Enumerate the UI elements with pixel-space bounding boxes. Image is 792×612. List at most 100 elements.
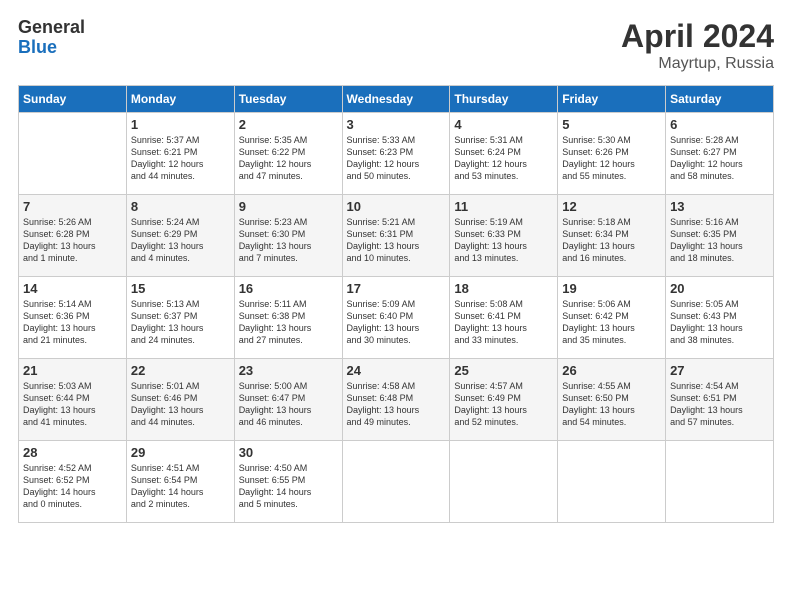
table-row: 11 Sunrise: 5:19 AMSunset: 6:33 PMDayligh… xyxy=(450,195,558,277)
calendar-week-row: 1 Sunrise: 5:37 AMSunset: 6:21 PMDaylight… xyxy=(19,113,774,195)
day-info: Sunrise: 5:06 AMSunset: 6:42 PMDaylight:… xyxy=(562,298,661,347)
page: General Blue April 2024 Mayrtup, Russia … xyxy=(0,0,792,612)
day-number: 23 xyxy=(239,363,338,378)
day-info: Sunrise: 5:30 AMSunset: 6:26 PMDaylight:… xyxy=(562,134,661,183)
day-number: 19 xyxy=(562,281,661,296)
day-info: Sunrise: 5:21 AMSunset: 6:31 PMDaylight:… xyxy=(347,216,446,265)
table-row xyxy=(558,441,666,523)
day-number: 6 xyxy=(670,117,769,132)
day-info: Sunrise: 5:33 AMSunset: 6:23 PMDaylight:… xyxy=(347,134,446,183)
calendar-week-row: 28 Sunrise: 4:52 AMSunset: 6:52 PMDayligh… xyxy=(19,441,774,523)
day-info: Sunrise: 5:26 AMSunset: 6:28 PMDaylight:… xyxy=(23,216,122,265)
day-info: Sunrise: 5:23 AMSunset: 6:30 PMDaylight:… xyxy=(239,216,338,265)
logo-general: General xyxy=(18,18,85,38)
day-info: Sunrise: 5:05 AMSunset: 6:43 PMDaylight:… xyxy=(670,298,769,347)
table-row: 8Sunrise: 5:24 AMSunset: 6:29 PMDaylight… xyxy=(126,195,234,277)
logo-text: General Blue xyxy=(18,18,85,58)
day-number: 30 xyxy=(239,445,338,460)
table-row: 3 Sunrise: 5:33 AMSunset: 6:23 PMDaylight… xyxy=(342,113,450,195)
day-info: Sunrise: 5:19 AMSunset: 6:33 PMDaylight:… xyxy=(454,216,553,265)
day-number: 20 xyxy=(670,281,769,296)
table-row: 21 Sunrise: 5:03 AMSunset: 6:44 PMDayligh… xyxy=(19,359,127,441)
day-number: 2 xyxy=(239,117,338,132)
col-sunday: Sunday xyxy=(19,86,127,113)
table-row: 12Sunrise: 5:18 AMSunset: 6:34 PMDayligh… xyxy=(558,195,666,277)
table-row: 24 Sunrise: 4:58 AMSunset: 6:48 PMDayligh… xyxy=(342,359,450,441)
table-row: 6 Sunrise: 5:28 AMSunset: 6:27 PMDaylight… xyxy=(666,113,774,195)
day-info: Sunrise: 4:58 AMSunset: 6:48 PMDaylight:… xyxy=(347,380,446,429)
day-number: 15 xyxy=(131,281,230,296)
day-number: 12 xyxy=(562,199,661,214)
day-info: Sunrise: 4:54 AMSunset: 6:51 PMDaylight:… xyxy=(670,380,769,429)
day-info: Sunrise: 5:37 AMSunset: 6:21 PMDaylight:… xyxy=(131,134,230,183)
table-row: 10Sunrise: 5:21 AMSunset: 6:31 PMDayligh… xyxy=(342,195,450,277)
day-number: 9 xyxy=(239,199,338,214)
day-number: 1 xyxy=(131,117,230,132)
table-row: 28 Sunrise: 4:52 AMSunset: 6:52 PMDayligh… xyxy=(19,441,127,523)
day-info: Sunrise: 5:09 AMSunset: 6:40 PMDaylight:… xyxy=(347,298,446,347)
day-info: Sunrise: 5:28 AMSunset: 6:27 PMDaylight:… xyxy=(670,134,769,183)
day-info: Sunrise: 4:57 AMSunset: 6:49 PMDaylight:… xyxy=(454,380,553,429)
table-row: 19 Sunrise: 5:06 AMSunset: 6:42 PMDayligh… xyxy=(558,277,666,359)
table-row: 25 Sunrise: 4:57 AMSunset: 6:49 PMDayligh… xyxy=(450,359,558,441)
day-info: Sunrise: 5:13 AMSunset: 6:37 PMDaylight:… xyxy=(131,298,230,347)
title-area: April 2024 Mayrtup, Russia xyxy=(621,18,774,73)
table-row xyxy=(19,113,127,195)
col-tuesday: Tuesday xyxy=(234,86,342,113)
day-info: Sunrise: 5:00 AMSunset: 6:47 PMDaylight:… xyxy=(239,380,338,429)
logo-blue: Blue xyxy=(18,38,85,58)
day-number: 18 xyxy=(454,281,553,296)
day-number: 4 xyxy=(454,117,553,132)
day-number: 24 xyxy=(347,363,446,378)
table-row xyxy=(450,441,558,523)
day-number: 14 xyxy=(23,281,122,296)
day-info: Sunrise: 5:24 AMSunset: 6:29 PMDaylight:… xyxy=(131,216,230,265)
table-row: 4 Sunrise: 5:31 AMSunset: 6:24 PMDaylight… xyxy=(450,113,558,195)
day-number: 27 xyxy=(670,363,769,378)
table-row: 14 Sunrise: 5:14 AMSunset: 6:36 PMDayligh… xyxy=(19,277,127,359)
day-info: Sunrise: 4:51 AMSunset: 6:54 PMDaylight:… xyxy=(131,462,230,511)
day-info: Sunrise: 5:16 AMSunset: 6:35 PMDaylight:… xyxy=(670,216,769,265)
day-number: 21 xyxy=(23,363,122,378)
month-title: April 2024 xyxy=(621,18,774,55)
day-number: 16 xyxy=(239,281,338,296)
calendar-week-row: 7Sunrise: 5:26 AMSunset: 6:28 PMDaylight… xyxy=(19,195,774,277)
table-row: 7Sunrise: 5:26 AMSunset: 6:28 PMDaylight… xyxy=(19,195,127,277)
day-info: Sunrise: 5:01 AMSunset: 6:46 PMDaylight:… xyxy=(131,380,230,429)
col-thursday: Thursday xyxy=(450,86,558,113)
logo: General Blue xyxy=(18,18,85,58)
table-row: 20 Sunrise: 5:05 AMSunset: 6:43 PMDayligh… xyxy=(666,277,774,359)
header: General Blue April 2024 Mayrtup, Russia xyxy=(18,18,774,73)
table-row: 29Sunrise: 4:51 AMSunset: 6:54 PMDayligh… xyxy=(126,441,234,523)
col-friday: Friday xyxy=(558,86,666,113)
location: Mayrtup, Russia xyxy=(621,55,774,73)
day-number: 25 xyxy=(454,363,553,378)
day-info: Sunrise: 5:14 AMSunset: 6:36 PMDaylight:… xyxy=(23,298,122,347)
day-number: 22 xyxy=(131,363,230,378)
table-row: 16 Sunrise: 5:11 AMSunset: 6:38 PMDayligh… xyxy=(234,277,342,359)
col-saturday: Saturday xyxy=(666,86,774,113)
day-info: Sunrise: 5:08 AMSunset: 6:41 PMDaylight:… xyxy=(454,298,553,347)
table-row: 9 Sunrise: 5:23 AMSunset: 6:30 PMDaylight… xyxy=(234,195,342,277)
day-number: 11 xyxy=(454,199,553,214)
day-info: Sunrise: 4:52 AMSunset: 6:52 PMDaylight:… xyxy=(23,462,122,511)
day-number: 28 xyxy=(23,445,122,460)
calendar-header-row: Sunday Monday Tuesday Wednesday Thursday… xyxy=(19,86,774,113)
table-row: 1 Sunrise: 5:37 AMSunset: 6:21 PMDaylight… xyxy=(126,113,234,195)
day-number: 17 xyxy=(347,281,446,296)
day-number: 5 xyxy=(562,117,661,132)
day-info: Sunrise: 5:03 AMSunset: 6:44 PMDaylight:… xyxy=(23,380,122,429)
table-row: 5 Sunrise: 5:30 AMSunset: 6:26 PMDaylight… xyxy=(558,113,666,195)
day-number: 3 xyxy=(347,117,446,132)
col-monday: Monday xyxy=(126,86,234,113)
calendar-week-row: 21 Sunrise: 5:03 AMSunset: 6:44 PMDayligh… xyxy=(19,359,774,441)
day-info: Sunrise: 5:31 AMSunset: 6:24 PMDaylight:… xyxy=(454,134,553,183)
table-row: 15 Sunrise: 5:13 AMSunset: 6:37 PMDayligh… xyxy=(126,277,234,359)
table-row: 17 Sunrise: 5:09 AMSunset: 6:40 PMDayligh… xyxy=(342,277,450,359)
calendar-table: Sunday Monday Tuesday Wednesday Thursday… xyxy=(18,85,774,523)
day-number: 13 xyxy=(670,199,769,214)
table-row: 22 Sunrise: 5:01 AMSunset: 6:46 PMDayligh… xyxy=(126,359,234,441)
day-info: Sunrise: 5:35 AMSunset: 6:22 PMDaylight:… xyxy=(239,134,338,183)
calendar-week-row: 14 Sunrise: 5:14 AMSunset: 6:36 PMDayligh… xyxy=(19,277,774,359)
day-info: Sunrise: 5:11 AMSunset: 6:38 PMDaylight:… xyxy=(239,298,338,347)
